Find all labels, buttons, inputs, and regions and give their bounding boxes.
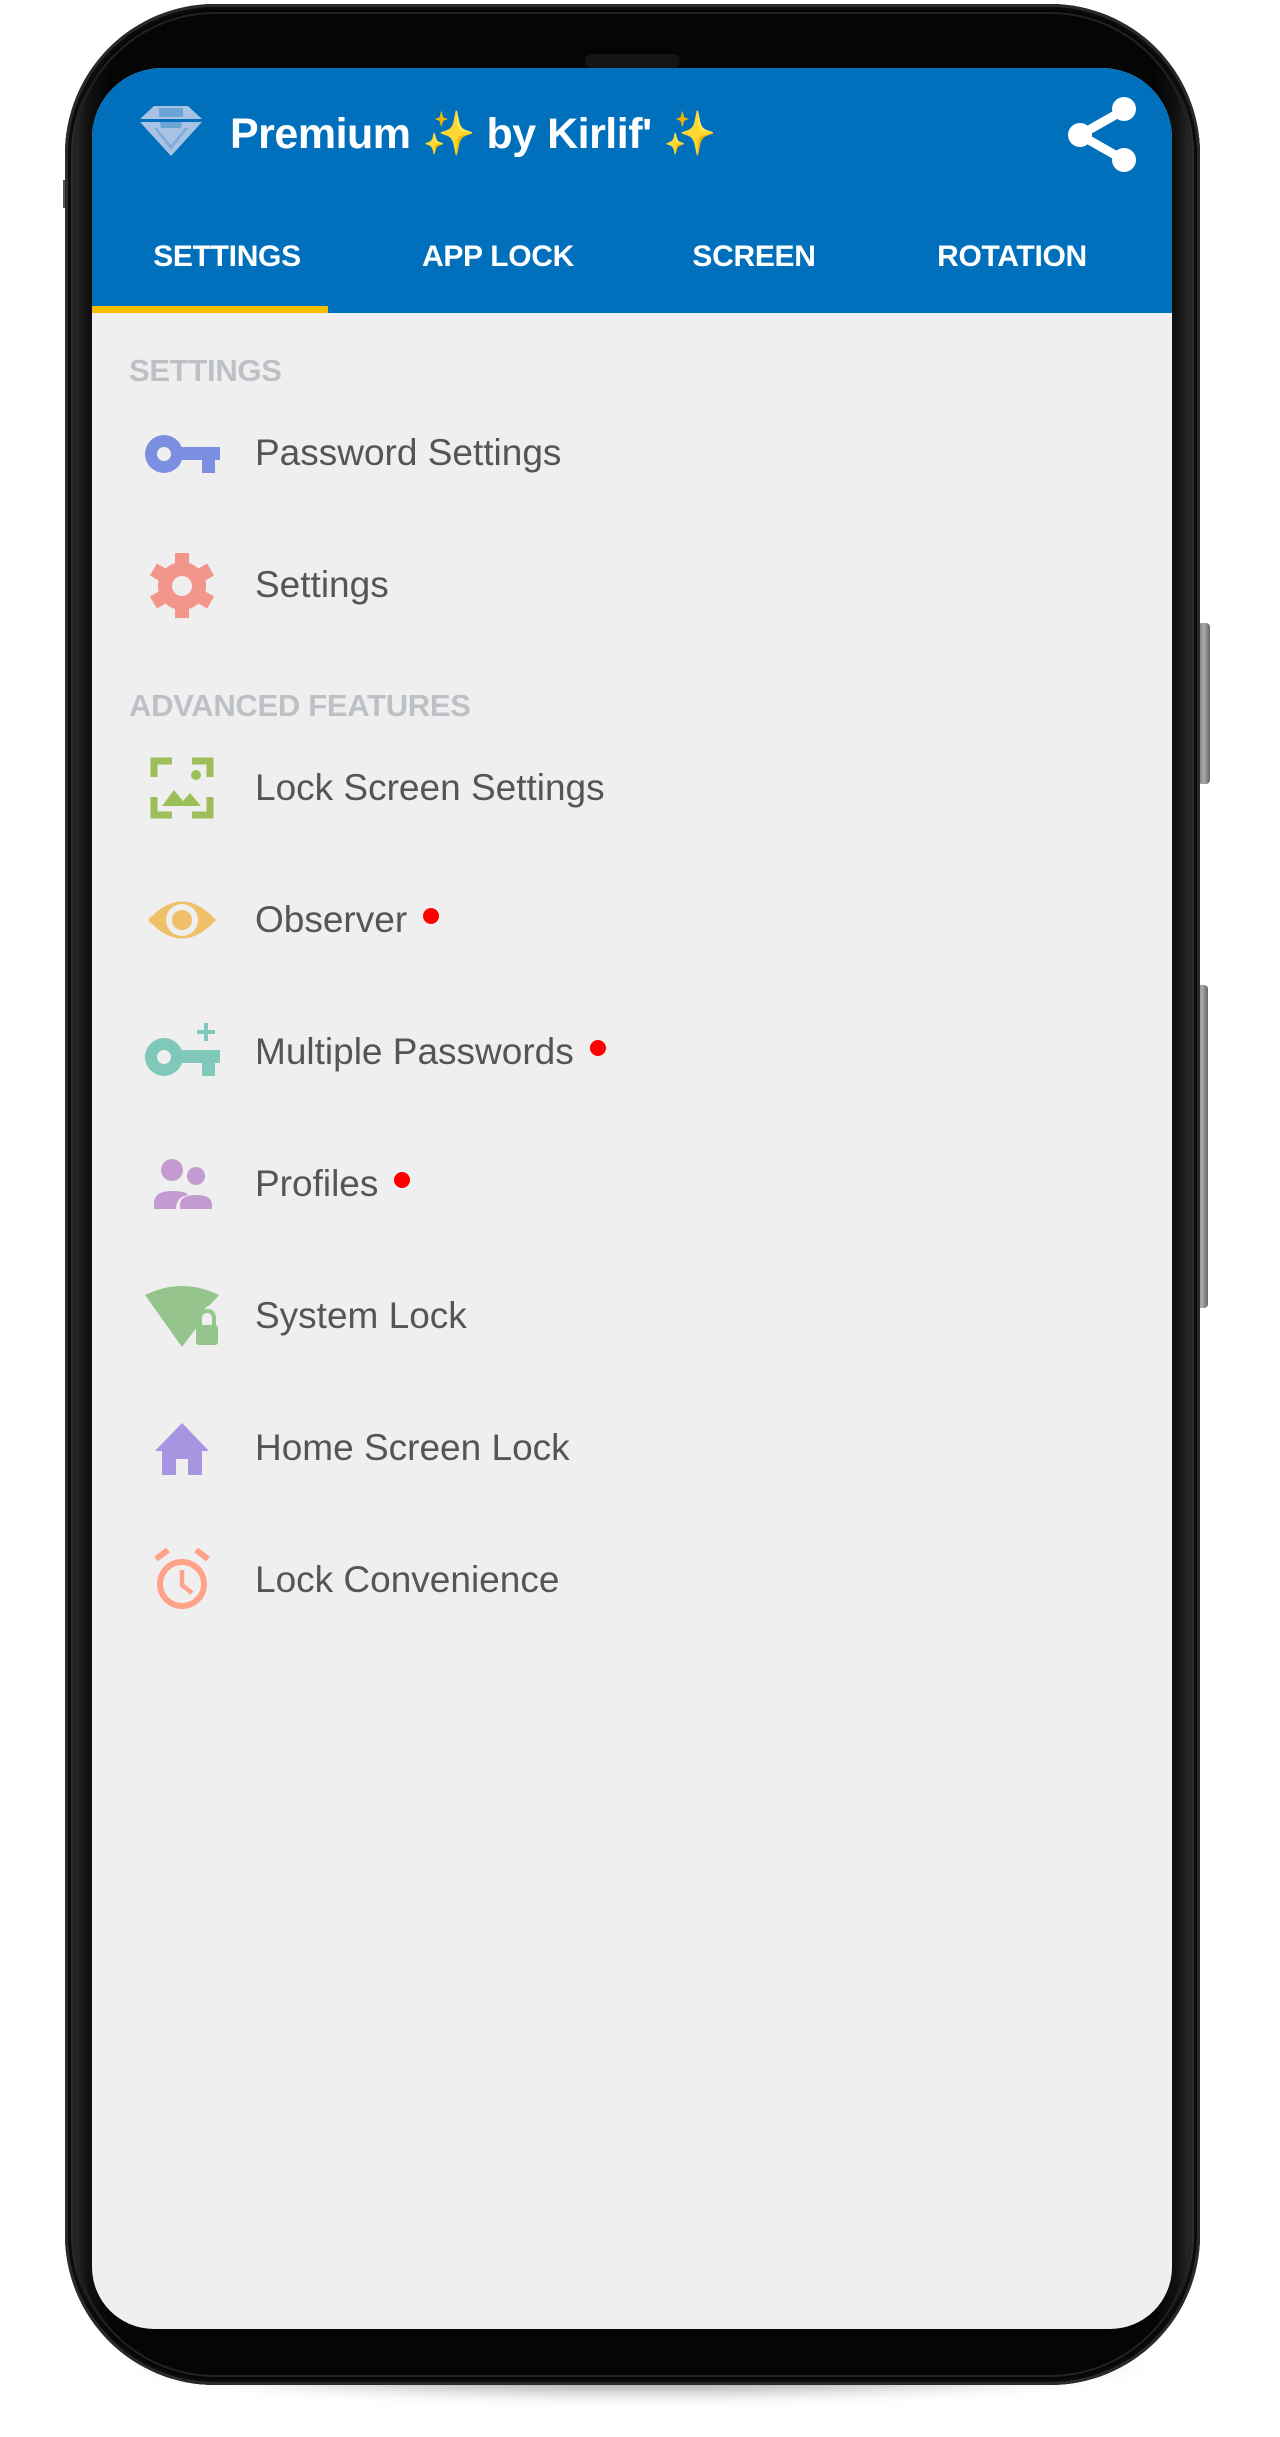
new-badge-dot xyxy=(423,908,440,925)
tab-indicator xyxy=(92,306,328,313)
app-bar: Premium ✨ by Kirlif' ✨ SETTINGS APP LOCK… xyxy=(92,68,1172,313)
share-icon[interactable] xyxy=(1062,94,1140,172)
list-item-lock-convenience[interactable]: Lock Convenience xyxy=(92,1514,1172,1646)
tab-bar: SETTINGS APP LOCK SCREEN ROTATION xyxy=(92,208,1172,313)
key-icon xyxy=(145,435,220,473)
section-header-settings: SETTINGS xyxy=(129,353,282,388)
list-item-multiple-passwords[interactable]: Multiple Passwords xyxy=(92,986,1172,1118)
eye-icon xyxy=(148,901,216,939)
item-label: System Lock xyxy=(255,1295,467,1336)
new-badge-dot xyxy=(589,1040,606,1057)
home-icon xyxy=(155,1423,209,1475)
list-item-password-settings[interactable]: Password Settings xyxy=(92,387,1172,519)
app-screen: Premium ✨ by Kirlif' ✨ SETTINGS APP LOCK… xyxy=(92,68,1172,2329)
phone-speaker xyxy=(585,54,680,68)
key-plus-icon xyxy=(145,1023,220,1076)
tab-app-lock[interactable]: APP LOCK xyxy=(362,208,634,306)
tab-settings[interactable]: SETTINGS xyxy=(92,208,362,306)
tab-rotation[interactable]: ROTATION xyxy=(874,208,1150,306)
item-label: Profiles xyxy=(255,1118,411,1250)
item-label: Lock Convenience xyxy=(255,1559,560,1600)
alarm-clock-icon xyxy=(154,1547,210,1609)
people-icon xyxy=(154,1159,212,1209)
item-label: Password Settings xyxy=(255,432,562,473)
item-label: Lock Screen Settings xyxy=(255,767,605,808)
list-item-home-screen-lock[interactable]: Home Screen Lock xyxy=(92,1382,1172,1514)
item-label: Observer xyxy=(255,854,440,986)
item-label: Multiple Passwords xyxy=(255,986,606,1118)
tab-screen[interactable]: SCREEN xyxy=(634,208,874,306)
new-badge-dot xyxy=(394,1172,411,1189)
diamond-icon xyxy=(140,106,202,156)
wallpaper-icon xyxy=(150,757,214,819)
list-item-observer[interactable]: Observer xyxy=(92,854,1172,986)
gear-icon xyxy=(149,553,215,618)
list-item-profiles[interactable]: Profiles xyxy=(92,1118,1172,1250)
item-label: Home Screen Lock xyxy=(255,1427,570,1468)
signal-lock-icon xyxy=(145,1286,219,1347)
section-header-advanced-features: ADVANCED FEATURES xyxy=(129,688,471,723)
list-item-lock-screen-settings[interactable]: Lock Screen Settings xyxy=(92,722,1172,854)
app-title: Premium ✨ by Kirlif' ✨ xyxy=(230,110,717,158)
item-label: Settings xyxy=(255,564,389,605)
list-item-settings[interactable]: Settings xyxy=(92,519,1172,651)
list-item-system-lock[interactable]: System Lock xyxy=(92,1250,1172,1382)
